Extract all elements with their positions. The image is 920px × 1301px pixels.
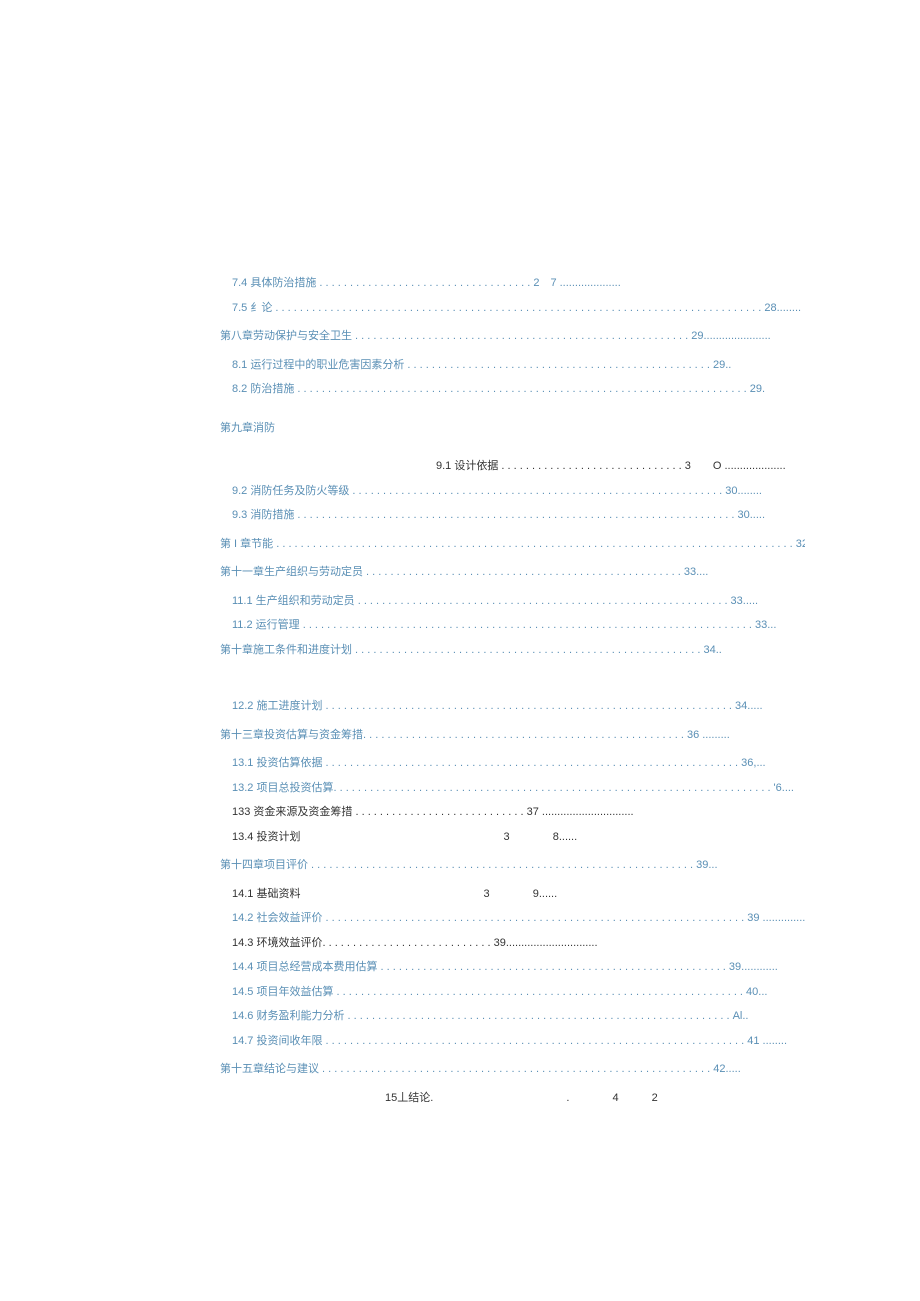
toc-page-digit: 4 <box>612 1090 618 1107</box>
toc-page-digit: 3 <box>484 888 490 900</box>
toc-chapter: 第九章消防 <box>220 420 805 437</box>
toc-item: 8.2 防治措施 . . . . . . . . . . . . . . . .… <box>220 381 805 398</box>
toc-item: 14.3 环境效益评价. . . . . . . . . . . . . . .… <box>220 935 805 952</box>
toc-item: 14.4 项目总经营成本费用估算 . . . . . . . . . . . .… <box>220 959 805 976</box>
toc-item: 14.7 投资间收年限 . . . . . . . . . . . . . . … <box>220 1033 805 1050</box>
toc-item: 7.4 具体防治措施 . . . . . . . . . . . . . . .… <box>220 275 805 292</box>
toc-item: 13.1 投资估算依据 . . . . . . . . . . . . . . … <box>220 755 805 772</box>
toc-page-digit: 9...... <box>533 888 557 900</box>
toc-page-digit: . <box>566 1090 569 1107</box>
toc-chapter: 第 I 章节能 . . . . . . . . . . . . . . . . … <box>220 536 805 553</box>
toc-item: 14.6 财务盈利能力分析 . . . . . . . . . . . . . … <box>220 1008 805 1025</box>
toc-page-digit: 2 <box>652 1090 658 1107</box>
toc-item-label: 14.1 基础资料 <box>232 886 300 903</box>
toc-page-digit: 8...... <box>553 831 577 843</box>
toc-item: 11.2 运行管理 . . . . . . . . . . . . . . . … <box>220 617 805 634</box>
toc-item: 9.1 设计依据 . . . . . . . . . . . . . . . .… <box>220 458 805 475</box>
toc-item: 9.2 消防任务及防火等级 . . . . . . . . . . . . . … <box>220 483 805 500</box>
toc-chapter: 第十三章投资估算与资金筹措. . . . . . . . . . . . . .… <box>220 727 805 744</box>
toc-page-digit: 3 <box>504 831 510 843</box>
toc-item: 8.1 运行过程中的职业危害因素分析 . . . . . . . . . . .… <box>220 357 805 374</box>
toc-chapter: 第十一章生产组织与劳动定员 . . . . . . . . . . . . . … <box>220 564 805 581</box>
toc-item: 9.3 消防措施 . . . . . . . . . . . . . . . .… <box>220 507 805 524</box>
toc-item: 14.2 社会效益评价 . . . . . . . . . . . . . . … <box>220 910 805 927</box>
toc-item: 14.1 基础资料 3 9...... <box>220 886 805 903</box>
toc-item: 13.4 投资计划 3 8...... <box>220 829 805 846</box>
toc-chapter: 第十四章项目评价 . . . . . . . . . . . . . . . .… <box>220 857 805 874</box>
toc-item: 12.2 施工进度计划 . . . . . . . . . . . . . . … <box>220 698 805 715</box>
toc-chapter: 第十五章结论与建议 . . . . . . . . . . . . . . . … <box>220 1061 805 1078</box>
toc-item: 11.1 生产组织和劳动定员 . . . . . . . . . . . . .… <box>220 593 805 610</box>
toc-chapter: 第十章施工条件和进度计划 . . . . . . . . . . . . . .… <box>220 642 805 659</box>
toc-item: 15丄结论. . 4 2 <box>220 1090 805 1107</box>
toc-item: 133 资金来源及资金筹措 . . . . . . . . . . . . . … <box>220 804 805 821</box>
toc-item-label: 15丄结论. <box>385 1090 433 1107</box>
toc-item-label: 13.4 投资计划 <box>232 829 300 846</box>
toc-item: 7.5 纟论 . . . . . . . . . . . . . . . . .… <box>220 300 805 317</box>
toc-item: 13.2 项目总投资估算. . . . . . . . . . . . . . … <box>220 780 805 797</box>
toc-chapter: 第八章劳动保护与安全卫生 . . . . . . . . . . . . . .… <box>220 328 805 345</box>
toc-item: 14.5 项目年效益估算 . . . . . . . . . . . . . .… <box>220 984 805 1001</box>
